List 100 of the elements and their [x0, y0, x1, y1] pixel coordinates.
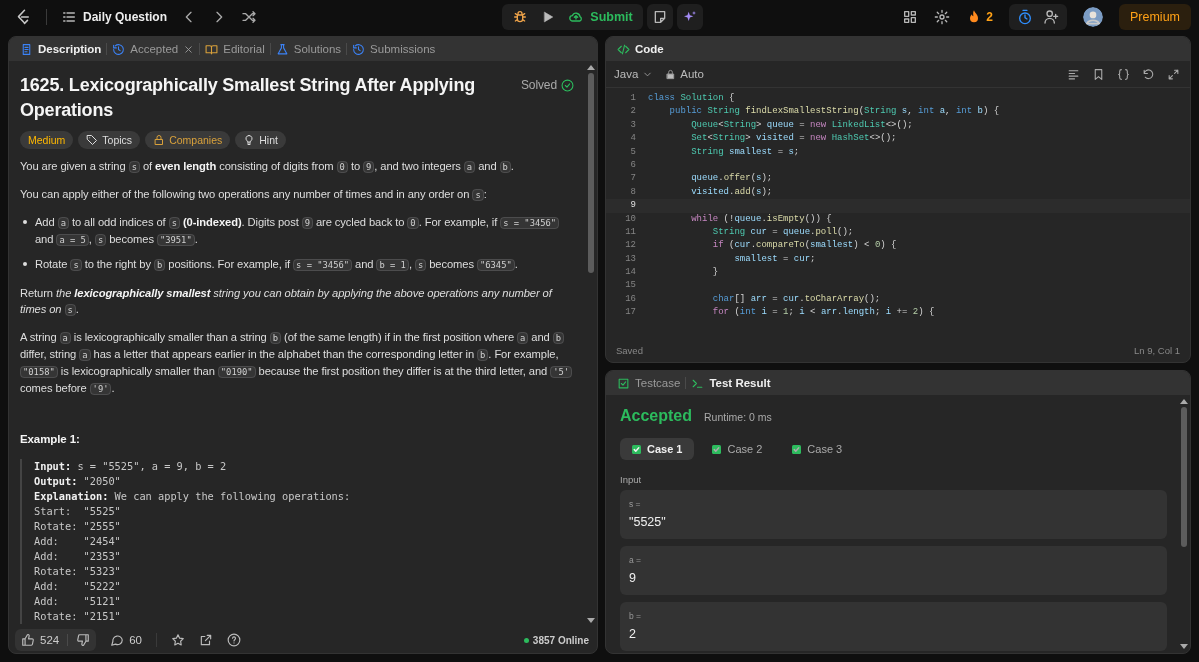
reset-icon[interactable] — [1142, 67, 1155, 81]
bug-icon[interactable] — [512, 9, 529, 25]
history-icon — [352, 42, 366, 56]
premium-button[interactable]: Premium — [1119, 4, 1191, 30]
example-line: Output: "2050" — [34, 474, 122, 489]
line-number: 8 — [629, 185, 636, 199]
solved-status: Solved — [520, 77, 557, 93]
format-icon[interactable] — [1067, 67, 1080, 81]
notes-button[interactable] — [646, 4, 673, 30]
description-paragraph: Return the lexicographically smallest string you can obtain by applying the above operations any number of times on s . — [20, 286, 554, 318]
lock-icon — [153, 134, 166, 146]
document-icon — [20, 42, 33, 56]
history-icon — [112, 42, 126, 56]
comment-icon — [110, 633, 125, 647]
code-line: Set<String> visited = new HashSet<>(); — [690, 132, 897, 146]
panel-tab[interactable]: Accepted — [107, 37, 200, 61]
bullet-text: Rotate s to the right by b positions. For example, if s = "3456" and b = 1 , s becomes "6345" . — [35, 257, 518, 273]
case-tab[interactable]: Case 2 — [700, 438, 775, 460]
code-line: class Solution { — [648, 92, 735, 105]
tag-chip[interactable]: Topics — [78, 131, 141, 149]
streak-button[interactable]: 2 — [966, 9, 993, 25]
tag-icon — [86, 134, 99, 146]
book-icon — [205, 42, 219, 56]
case-tab[interactable]: Case 1 — [620, 438, 695, 460]
example-line: Add: "2454" — [34, 534, 122, 549]
auto-button[interactable]: Auto — [665, 68, 704, 80]
star-icon[interactable] — [171, 633, 185, 647]
tag-chip[interactable]: Medium — [20, 131, 74, 149]
code-line: String cur = queue.poll(); — [711, 225, 854, 239]
tag-chip[interactable]: Hint — [235, 131, 286, 149]
code-line: Queue<String> queue = new LinkedList<>(); — [690, 118, 913, 132]
help-icon[interactable] — [227, 633, 241, 647]
example-heading: Example 1: — [20, 432, 81, 447]
example-line: Add: "5121" — [34, 594, 122, 609]
settings-icon[interactable] — [934, 9, 951, 25]
description-paragraph: You are given a string s of even length consisting of digits from 0 to 9 , and two integers a and b . — [20, 159, 515, 175]
code-line: public String findLexSmallestString(String s, int a, int b) { — [668, 105, 1000, 119]
panel-tab[interactable]: Editorial — [200, 37, 270, 61]
case-tab[interactable]: Case 3 — [780, 438, 855, 460]
expand-icon[interactable] — [1167, 67, 1180, 81]
code-line: char[] arr = cur.toCharArray(); — [711, 292, 881, 306]
like-button[interactable]: 524 — [21, 633, 60, 647]
line-number: 14 — [624, 266, 636, 280]
code-line: while (!queue.isEmpty()) { — [690, 212, 832, 226]
close-icon[interactable] — [183, 43, 195, 55]
line-number: 13 — [624, 252, 636, 266]
input-field[interactable]: s = "5525" — [620, 490, 1167, 539]
braces-icon[interactable] — [1117, 67, 1130, 81]
submit-button[interactable]: Submit — [568, 9, 633, 25]
bullet-text: Add a to all odd indices of s (0-indexed). Digits post 9 are cycled back to 0 . For example, if s = "3456" and a = 5 , s becomes "3951" . — [35, 214, 574, 248]
input-label: Input — [620, 474, 643, 485]
example-line: Input: s = "5525", a = 9, b = 2 — [34, 459, 228, 474]
description-paragraph: You can apply either of the following two operations any number of times and in any order on s : — [20, 187, 488, 203]
code-line: smallest = cur; — [733, 252, 816, 266]
list-icon — [61, 9, 77, 25]
thumbs-up-icon — [21, 633, 35, 647]
line-number: 15 — [624, 279, 636, 293]
cursor-position: Ln 9, Col 1 — [1134, 344, 1180, 356]
code-line: String smallest = s; — [690, 145, 800, 159]
bookmark-icon[interactable] — [1092, 67, 1105, 81]
verdict: Accepted — [620, 407, 693, 425]
avatar[interactable] — [1083, 7, 1103, 27]
online-dot — [523, 637, 529, 643]
ai-button[interactable] — [676, 4, 703, 30]
lock-icon — [665, 68, 677, 80]
problem-list-button[interactable]: Daily Question — [61, 9, 168, 25]
checkbox-icon — [617, 376, 630, 390]
lightbulb-icon — [243, 134, 256, 146]
panel-tab[interactable]: Solutions — [270, 37, 347, 61]
line-number: 11 — [624, 225, 636, 239]
problem-title: 1625. Lexicographically Smallest String After Applying Operations — [20, 74, 476, 122]
line-number: 4 — [629, 132, 636, 146]
panel-title: Code — [635, 43, 664, 55]
panel-tab[interactable]: Submissions — [347, 37, 441, 61]
code-line: queue.offer(s); — [690, 172, 773, 186]
panel-tab[interactable]: Test Result — [686, 371, 776, 395]
panel-tab[interactable]: Testcase — [612, 371, 686, 395]
code-line: } — [711, 266, 719, 280]
share-icon[interactable] — [199, 633, 213, 647]
add-user-icon[interactable] — [1043, 9, 1059, 25]
line-number: 6 — [629, 158, 636, 172]
line-number: 1 — [629, 92, 636, 105]
timer-icon[interactable] — [1017, 9, 1033, 25]
line-number: 2 — [629, 105, 636, 119]
thumbs-down-icon[interactable] — [76, 633, 91, 647]
example-line: Rotate: "2555" — [34, 519, 122, 534]
example-line: Rotate: "5323" — [34, 564, 122, 579]
layout-icon[interactable] — [902, 9, 919, 25]
panel-tab[interactable]: Description — [15, 37, 107, 61]
bullet-dot — [23, 262, 27, 266]
code-icon — [617, 42, 630, 56]
code-line: visited.add(s); — [690, 185, 773, 199]
input-field[interactable]: b = 2 — [620, 602, 1167, 651]
language-dropdown[interactable]: Java — [614, 68, 654, 80]
line-number: 17 — [624, 306, 636, 320]
tag-chip[interactable]: Companies — [145, 131, 231, 149]
shuffle-icon[interactable] — [241, 9, 258, 25]
comments-button[interactable]: 60 — [110, 633, 142, 647]
bullet-dot — [23, 220, 27, 224]
input-field[interactable]: a = 9 — [620, 546, 1167, 595]
